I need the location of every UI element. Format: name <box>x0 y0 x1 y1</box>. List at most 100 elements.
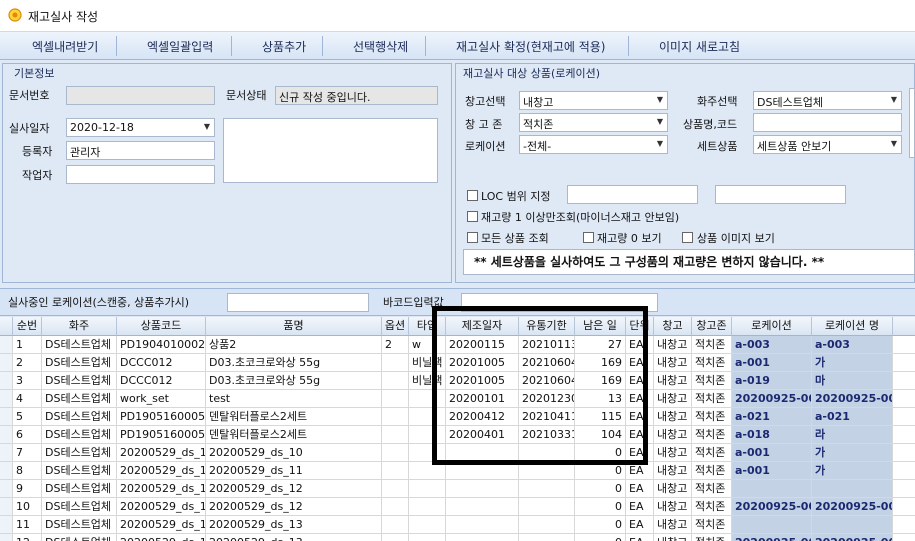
row-header[interactable] <box>0 390 13 408</box>
cell-seq[interactable]: 2 <box>13 354 42 372</box>
cell-days-left[interactable]: 0 <box>575 534 626 541</box>
cell-option[interactable] <box>382 426 409 444</box>
cell-location[interactable]: 20200925-00 <box>732 498 812 516</box>
cell-expiry-date[interactable] <box>519 516 575 534</box>
cell-warehouse[interactable]: 내창고 <box>654 372 692 390</box>
cell-stocktake[interactable] <box>893 498 915 516</box>
column-header-zone[interactable]: 창고존 <box>692 317 732 336</box>
cell-location-name[interactable]: 마 <box>812 372 893 390</box>
column-header-location-name[interactable]: 로케이션 명 <box>812 317 893 336</box>
cell-product-code[interactable]: PD1904010002 <box>117 336 206 354</box>
cell-owner[interactable]: DS테스트업체 <box>42 408 117 426</box>
cell-stocktake[interactable] <box>893 390 915 408</box>
cell-location[interactable]: a-019 <box>732 372 812 390</box>
cell-location-name[interactable]: 20200925-00 <box>812 390 893 408</box>
cell-owner[interactable]: DS테스트업체 <box>42 516 117 534</box>
cell-expiry-date[interactable] <box>519 534 575 541</box>
owner-select[interactable]: DS테스트업체 ▼ <box>753 91 902 110</box>
row-header[interactable] <box>0 462 13 480</box>
cell-location[interactable] <box>732 480 812 498</box>
product-search-input[interactable] <box>753 113 902 132</box>
cell-option[interactable] <box>382 498 409 516</box>
cell-warehouse[interactable]: 내창고 <box>654 480 692 498</box>
cell-zone[interactable]: 적치존 <box>692 480 732 498</box>
all-products-checkbox[interactable] <box>467 232 478 243</box>
column-header-product-code[interactable]: 상품코드 <box>117 317 206 336</box>
cell-stocktake[interactable] <box>893 408 915 426</box>
cell-option[interactable] <box>382 372 409 390</box>
cell-product-name[interactable]: 상품2 <box>206 336 382 354</box>
cell-product-name[interactable]: 20200529_ds_10 <box>206 444 382 462</box>
cell-location-name[interactable]: 가 <box>812 462 893 480</box>
cell-product-name[interactable]: 덴탈워터플로스2세트 <box>206 408 382 426</box>
row-header[interactable] <box>0 372 13 390</box>
row-header[interactable] <box>0 498 13 516</box>
cell-location[interactable]: 20200925-00 <box>732 534 812 541</box>
cell-seq[interactable]: 7 <box>13 444 42 462</box>
zero-stock-checkbox[interactable] <box>583 232 594 243</box>
table-row[interactable]: 12DS테스트업체20200529_ds_1320200529_ds_130EA… <box>0 534 915 541</box>
cell-option[interactable] <box>382 444 409 462</box>
cell-warehouse[interactable]: 내창고 <box>654 390 692 408</box>
cell-owner[interactable]: DS테스트업체 <box>42 534 117 541</box>
cell-seq[interactable]: 8 <box>13 462 42 480</box>
cell-product-name[interactable]: 덴탈워터플로스2세트 <box>206 426 382 444</box>
row-header[interactable] <box>0 444 13 462</box>
cell-owner[interactable]: DS테스트업체 <box>42 336 117 354</box>
cell-mfg-date[interactable] <box>446 498 519 516</box>
cell-option[interactable] <box>382 354 409 372</box>
column-header-product-name[interactable]: 품명 <box>206 317 382 336</box>
cell-product-code[interactable]: 20200529_ds_10 <box>117 444 206 462</box>
cell-location-name[interactable]: 20200925-00 <box>812 498 893 516</box>
cell-zone[interactable]: 적치존 <box>692 516 732 534</box>
cell-stocktake[interactable] <box>893 480 915 498</box>
row-header[interactable] <box>0 354 13 372</box>
cell-unit[interactable]: EA <box>626 534 654 541</box>
cell-product-name[interactable]: 20200529_ds_12 <box>206 480 382 498</box>
confirm-stocktake-button[interactable]: 재고실사 확정(현재고에 적용) <box>456 38 605 55</box>
cell-days-left[interactable]: 0 <box>575 480 626 498</box>
refresh-images-button[interactable]: 이미지 새로고침 <box>659 38 740 55</box>
cell-zone[interactable]: 적치존 <box>692 462 732 480</box>
cell-location[interactable] <box>732 516 812 534</box>
cell-stocktake[interactable] <box>893 354 915 372</box>
cell-location[interactable]: 20200925-00 <box>732 390 812 408</box>
cell-warehouse[interactable]: 내창고 <box>654 498 692 516</box>
cell-location-name[interactable]: 가 <box>812 354 893 372</box>
row-header[interactable] <box>0 426 13 444</box>
cell-product-code[interactable]: work_set <box>117 390 206 408</box>
cell-mfg-date[interactable] <box>446 480 519 498</box>
cell-product-name[interactable]: test <box>206 390 382 408</box>
delete-selected-rows-button[interactable]: 선택행삭제 <box>353 38 408 55</box>
cell-location[interactable]: a-001 <box>732 462 812 480</box>
cell-stocktake[interactable] <box>893 372 915 390</box>
column-header-option[interactable]: 옵션 <box>382 317 409 336</box>
cell-unit[interactable]: EA <box>626 480 654 498</box>
cell-location[interactable]: a-018 <box>732 426 812 444</box>
cell-location-name[interactable] <box>812 516 893 534</box>
cell-product-name[interactable]: 20200529_ds_12 <box>206 498 382 516</box>
stocktake-date-picker[interactable]: 2020-12-18 ▼ <box>66 118 215 137</box>
cell-type[interactable] <box>409 498 446 516</box>
warehouse-select[interactable]: 내창고 ▼ <box>519 91 668 110</box>
row-header[interactable] <box>0 336 13 354</box>
cell-owner[interactable]: DS테스트업체 <box>42 390 117 408</box>
cell-seq[interactable]: 4 <box>13 390 42 408</box>
cell-product-code[interactable]: PD1905160005 <box>117 426 206 444</box>
cell-location[interactable]: a-021 <box>732 408 812 426</box>
cell-product-code[interactable]: 20200529_ds_13 <box>117 534 206 541</box>
cell-location-name[interactable] <box>812 480 893 498</box>
registrar-field[interactable]: 관리자 <box>66 141 215 160</box>
cell-zone[interactable]: 적치존 <box>692 498 732 516</box>
cell-seq[interactable]: 3 <box>13 372 42 390</box>
cell-location-name[interactable]: a-021 <box>812 408 893 426</box>
row-header[interactable] <box>0 516 13 534</box>
cell-seq[interactable]: 12 <box>13 534 42 541</box>
location-select[interactable]: -전체- ▼ <box>519 135 668 154</box>
cell-location[interactable]: a-001 <box>732 444 812 462</box>
cell-option[interactable] <box>382 390 409 408</box>
cell-expiry-date[interactable] <box>519 498 575 516</box>
cell-owner[interactable]: DS테스트업체 <box>42 354 117 372</box>
cell-warehouse[interactable]: 내창고 <box>654 444 692 462</box>
cell-owner[interactable]: DS테스트업체 <box>42 480 117 498</box>
